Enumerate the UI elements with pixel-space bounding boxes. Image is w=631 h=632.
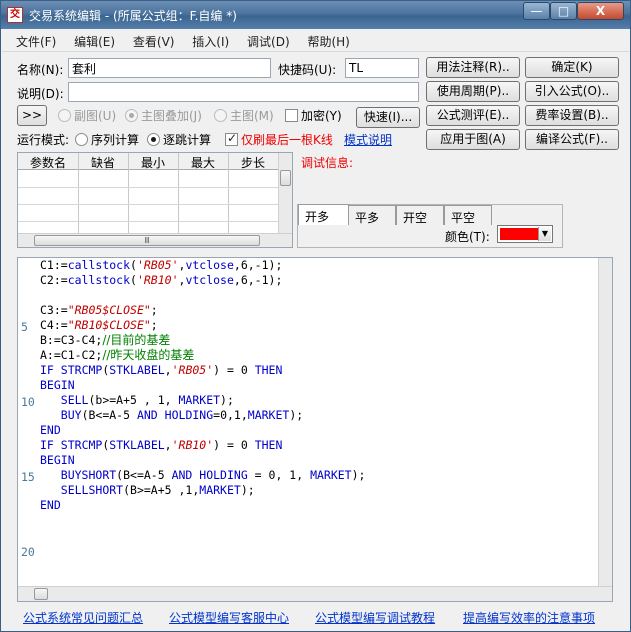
line-number: 20	[21, 545, 35, 559]
main-chart-radio[interactable]	[214, 109, 227, 122]
code-line[interactable]: C4:="RB10$CLOSE";	[40, 318, 158, 333]
sequence-calc-label: 序列计算	[91, 133, 140, 147]
formula-editor-window: 交 交易系统编辑 - (所属公式组：F.自编 *) — □ X 文件(F) 编辑…	[0, 0, 631, 632]
mode-help-link[interactable]: 模式说明	[344, 131, 392, 148]
window-title: 交易系统编辑 - (所属公式组：F.自编 *)	[29, 9, 237, 23]
last-bar-only-label: 仅刷最后一根K线	[241, 133, 333, 147]
description-label: 说明(D):	[17, 87, 64, 101]
sub-chart-label: 副图(U)	[74, 109, 117, 123]
tick-calc-label: 逐跳计算	[163, 133, 212, 147]
tab-close-short[interactable]: 平空	[444, 205, 492, 225]
code-editor[interactable]: 5 10 15 20 C1:=callstock('RB05',vtclose,…	[17, 257, 613, 602]
chevron-down-icon[interactable]: ▼	[538, 227, 551, 241]
code-line[interactable]: SELL(b>=A+5 , 1, MARKET);	[40, 393, 234, 408]
code-line[interactable]: IF STRCMP(STKLABEL,'RB10') = 0 THEN	[40, 438, 282, 453]
grid-horizontal-thumb[interactable]: Ⅲ	[34, 235, 260, 246]
tab-open-long[interactable]: 开多	[298, 204, 350, 225]
title-bar[interactable]: 交 交易系统编辑 - (所属公式组：F.自编 *) — □ X	[1, 1, 630, 29]
color-select[interactable]: ▼	[497, 225, 553, 243]
sub-chart-radio[interactable]	[58, 109, 71, 122]
code-line[interactable]: END	[40, 498, 61, 513]
code-line[interactable]: BEGIN	[40, 453, 75, 468]
usage-period-button[interactable]: 使用周期(P)..	[426, 81, 520, 102]
code-line[interactable]: BUY(B<=A-5 AND HOLDING=0,1,MARKET);	[40, 408, 303, 423]
usage-notes-button[interactable]: 用法注释(R)..	[426, 57, 520, 78]
name-label: 名称(N):	[17, 63, 64, 77]
debug-tutorial-link[interactable]: 公式模型编写调试教程	[315, 609, 435, 626]
close-button[interactable]: X	[577, 2, 624, 20]
code-line[interactable]: B:=C3-C4;//目前的基差	[40, 333, 170, 348]
support-center-link[interactable]: 公式模型编写客服中心	[169, 609, 289, 626]
code-line[interactable]: A:=C1-C2;//昨天收盘的基差	[40, 348, 194, 363]
main-overlay-radio[interactable]	[125, 109, 138, 122]
encrypt-label: 加密(Y)	[301, 109, 342, 123]
tick-calc-radio[interactable]	[147, 133, 160, 146]
editor-horizontal-scrollbar[interactable]	[18, 586, 612, 601]
parameter-grid-header: 参数名 缺省 最小 最大 步长	[18, 153, 278, 170]
run-mode-label: 运行模式:	[17, 133, 70, 147]
last-bar-only-checkbox[interactable]	[225, 131, 238, 146]
parameter-grid[interactable]: 参数名 缺省 最小 最大 步长 Ⅲ	[17, 152, 293, 248]
menu-view[interactable]: 查看(V)	[133, 30, 175, 50]
col-default[interactable]: 缺省	[78, 154, 128, 171]
tab-close-long[interactable]: 平多	[348, 205, 396, 225]
code-text[interactable]: C1:=callstock('RB05',vtclose,6,-1); C2:=c…	[38, 258, 598, 586]
menu-help[interactable]: 帮助(H)	[307, 30, 349, 50]
grid-row[interactable]	[18, 221, 278, 222]
shortcut-input[interactable]	[345, 58, 419, 78]
line-number: 15	[21, 470, 35, 484]
main-chart-label: 主图(M)	[230, 109, 274, 123]
expand-button[interactable]: >>	[17, 105, 47, 126]
menu-file[interactable]: 文件(F)	[16, 30, 56, 50]
line-number: 5	[21, 320, 28, 334]
editor-horizontal-thumb[interactable]	[34, 588, 48, 600]
apply-to-chart-button[interactable]: 应用于图(A)	[426, 129, 520, 150]
efficiency-tips-link[interactable]: 提高编写效率的注意事项	[463, 609, 595, 626]
app-icon: 交	[7, 7, 23, 23]
shortcut-label: 快捷码(U):	[278, 63, 337, 77]
grid-row[interactable]	[18, 204, 278, 205]
fast-button[interactable]: 快速(I)...	[356, 107, 420, 128]
description-input[interactable]	[68, 82, 419, 102]
ok-button[interactable]: 确定(K)	[525, 57, 619, 78]
editor-vertical-scrollbar[interactable]	[598, 258, 612, 586]
code-line[interactable]: BEGIN	[40, 378, 75, 393]
import-formula-button[interactable]: 引入公式(O)..	[525, 81, 619, 102]
maximize-button[interactable]: □	[550, 2, 577, 20]
code-line[interactable]: IF STRCMP(STKLABEL,'RB05') = 0 THEN	[40, 363, 282, 378]
main-overlay-label: 主图叠加(J)	[141, 109, 202, 123]
line-number-gutter: 5 10 15 20	[18, 258, 38, 586]
code-line[interactable]: BUYSHORT(B<=A-5 AND HOLDING = 0, 1, MARK…	[40, 468, 366, 483]
col-max[interactable]: 最大	[178, 154, 228, 171]
menu-edit[interactable]: 编辑(E)	[74, 30, 115, 50]
encrypt-checkbox[interactable]	[285, 109, 298, 122]
grid-horizontal-scrollbar[interactable]: Ⅲ	[18, 233, 292, 247]
sequence-calc-radio[interactable]	[75, 133, 88, 146]
menu-bar: 文件(F) 编辑(E) 查看(V) 插入(I) 调试(D) 帮助(H)	[2, 30, 629, 52]
grid-vertical-thumb[interactable]	[280, 170, 291, 186]
name-input[interactable]	[68, 58, 271, 78]
code-line[interactable]: END	[40, 423, 61, 438]
code-line[interactable]: C1:=callstock('RB05',vtclose,6,-1);	[40, 258, 282, 273]
col-param-name[interactable]: 参数名	[18, 154, 78, 171]
faq-link[interactable]: 公式系统常见问题汇总	[23, 609, 143, 626]
menu-insert[interactable]: 插入(I)	[192, 30, 229, 50]
col-min[interactable]: 最小	[128, 154, 178, 171]
tab-open-short[interactable]: 开空	[396, 205, 444, 225]
code-line[interactable]: C3:="RB05$CLOSE";	[40, 303, 158, 318]
col-step[interactable]: 步长	[228, 154, 278, 171]
color-label: 颜色(T):	[445, 230, 490, 244]
minimize-button[interactable]: —	[523, 2, 550, 20]
formula-evaluate-button[interactable]: 公式测评(E)..	[426, 105, 520, 126]
compile-formula-button[interactable]: 编译公式(F)..	[525, 129, 619, 150]
code-line[interactable]: SELLSHORT(B>=A+5 ,1,MARKET);	[40, 483, 255, 498]
grid-row[interactable]	[18, 187, 278, 188]
grid-vertical-scrollbar[interactable]	[278, 153, 292, 233]
line-number: 10	[21, 395, 35, 409]
debug-info-label: 调试信息:	[301, 156, 354, 170]
menu-debug[interactable]: 调试(D)	[247, 30, 290, 50]
fee-settings-button[interactable]: 费率设置(B)..	[525, 105, 619, 126]
code-line[interactable]: C2:=callstock('RB10',vtclose,6,-1);	[40, 273, 282, 288]
color-swatch	[500, 228, 538, 240]
